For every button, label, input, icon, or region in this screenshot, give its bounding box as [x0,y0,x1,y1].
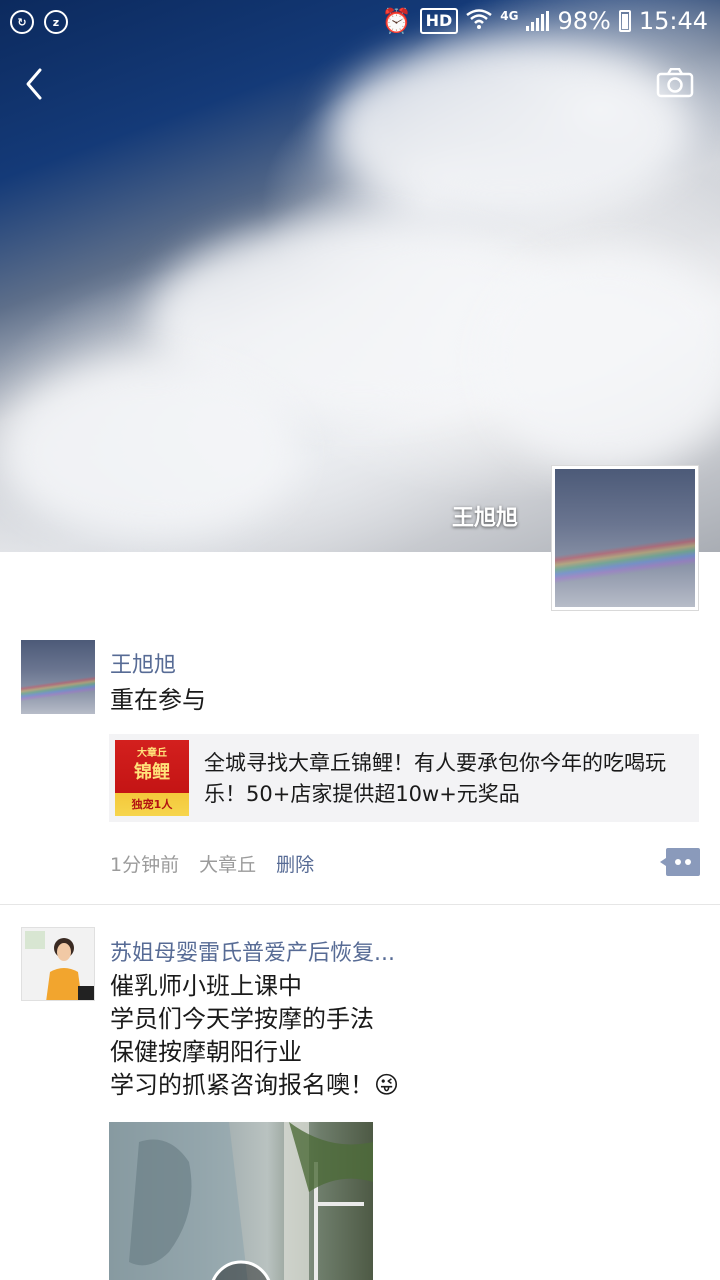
battery-icon [618,10,631,32]
author-name[interactable]: 苏姐母婴雷氏普爱产后恢复... [110,935,395,967]
post-video-thumbnail[interactable] [109,1122,373,1280]
author-avatar[interactable] [21,640,95,714]
signal-icon [526,11,550,31]
post-meta: 1分钟前 大章丘 删除 [110,850,314,877]
wifi-icon [466,8,493,34]
post-text: 重在参与 [110,686,206,714]
camera-icon[interactable] [656,67,694,98]
divider [0,904,720,905]
hd-badge: HD [419,8,459,34]
sync-icon: ↻ [10,10,34,34]
post-location[interactable]: 大章丘 [199,850,256,877]
back-icon[interactable] [20,64,52,104]
author-name[interactable]: 王旭旭 [110,647,176,679]
delete-link[interactable]: 删除 [276,850,314,877]
link-thumbnail: 大章丘 锦鲤 独宠1人 [115,740,189,816]
author-avatar[interactable] [21,927,95,1001]
clock: 15:44 [638,7,708,35]
link-title: 全城寻找大章丘锦鲤！有人要承包你今年的吃喝玩乐！50+店家提供超10w+元奖品 [204,751,666,806]
comment-menu-icon[interactable] [660,848,700,876]
network-type: 4G [500,9,519,23]
post-text: 催乳师小班上课中 学员们今天学按摩的手法 保健按摩朝阳行业 学习的抓紧咨询报名噢… [110,972,400,1099]
shared-link-card[interactable]: 大章丘 锦鲤 独宠1人 全城寻找大章丘锦鲤！有人要承包你今年的吃喝玩乐！50+店… [109,734,699,822]
profile-avatar[interactable] [551,465,699,611]
status-bar: ↻ z ⏰ HD 4G 98% 15:44 [0,0,720,46]
alarm-icon: ⏰ [381,7,412,35]
battery-percent: 98% [557,7,611,35]
post-time: 1分钟前 [110,854,180,876]
cover-user-name: 王旭旭 [452,506,519,531]
alarm-snooze-icon: z [44,10,68,34]
